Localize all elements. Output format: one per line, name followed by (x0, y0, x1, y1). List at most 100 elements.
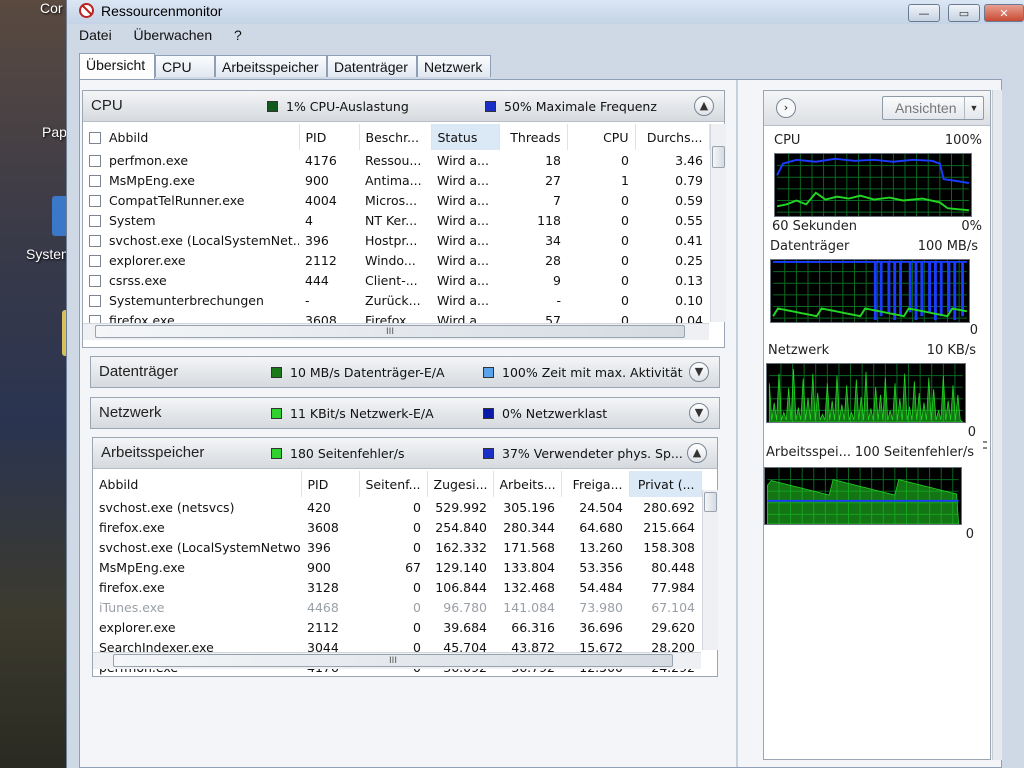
menu-ueberwachen[interactable]: Überwachen (132, 26, 215, 44)
cell-text: Windo... (365, 252, 416, 268)
table-cell: 171.568 (493, 537, 561, 557)
title-bar[interactable]: Ressourcenmonitor — ▭ ✕ (67, 0, 1024, 24)
collapse-chevron-icon[interactable]: ▲ (687, 443, 707, 463)
memory-horizontal-scrollbar[interactable]: III (93, 652, 701, 669)
column-header[interactable]: Freiga... (561, 471, 630, 497)
menu-datei[interactable]: Datei (77, 26, 114, 44)
tab-disk[interactable]: Datenträger (327, 55, 417, 77)
table-row[interactable]: firefox.exe 3128 0 106.844 132.468 54.484 77.9… (93, 577, 701, 597)
table-row[interactable]: iTunes.exe 4468 0 96.780 141.084 73.980 67.104 (93, 597, 701, 617)
table-cell: 18 (499, 150, 567, 170)
column-header[interactable]: Zugesi... (427, 471, 494, 497)
column-header[interactable]: Status (431, 124, 500, 150)
table-row[interactable]: CompatTelRunner.exe 4004 Micros... Wird a..… (83, 190, 709, 210)
table-row[interactable]: svchost.exe (netsvcs) 420 0 529.992 305.196 2… (93, 497, 701, 517)
legend-text: 50% Maximale Frequenz (504, 99, 657, 114)
legend-text: 37% Verwendeter phys. Sp... (502, 446, 683, 461)
views-dropdown[interactable]: Ansichten ▼ (882, 96, 984, 120)
row-checkbox[interactable] (89, 274, 101, 287)
table-cell: 36.696 (561, 617, 629, 637)
column-header[interactable]: Threads (499, 124, 568, 150)
column-header[interactable]: Abbild (93, 471, 302, 497)
table-cell: 0.13 (635, 270, 709, 290)
network-section-header[interactable]: Netzwerk 11 KBit/s Netzwerk-E/A 0% Netzw… (91, 398, 719, 428)
resize-grip-icon[interactable] (983, 441, 987, 449)
graph-pane-scrollbar[interactable] (992, 90, 1002, 760)
cell-text: perfmon.exe (109, 152, 189, 168)
column-header[interactable]: Durchs... (635, 124, 710, 150)
row-checkbox[interactable] (89, 214, 101, 227)
legend-text: 10 MB/s Datenträger-E/A (290, 365, 445, 380)
column-header[interactable]: Seitenf... (359, 471, 428, 497)
table-row[interactable]: Systemunterbrechungen - Zurück... Wird a...… (83, 290, 709, 310)
minimize-button[interactable]: — (908, 4, 940, 22)
maximize-button[interactable]: ▭ (948, 4, 980, 22)
table-row[interactable]: MsMpEng.exe 900 67 129.140 133.804 53.356 80.4… (93, 557, 701, 577)
tab-overview[interactable]: Übersicht (79, 53, 155, 79)
table-row[interactable]: MsMpEng.exe 900 Antima... Wird a... 27 1 0.79 (83, 170, 709, 190)
scroll-thumb[interactable] (712, 146, 725, 168)
column-header-label: Privat (... (637, 476, 695, 492)
cell-text: 900 (307, 559, 331, 575)
row-checkbox[interactable] (89, 254, 101, 267)
tab-network[interactable]: Netzwerk (417, 55, 491, 77)
expand-chevron-icon[interactable]: ▼ (689, 403, 709, 423)
graph-max: 100 MB/s (917, 239, 978, 254)
column-header[interactable]: PID (299, 124, 360, 150)
column-header[interactable]: Beschr... (359, 124, 432, 150)
column-header[interactable]: PID (301, 471, 360, 497)
network-section[interactable]: Netzwerk 11 KBit/s Netzwerk-E/A 0% Netzw… (90, 397, 720, 429)
cpu-usage-legend: 1% CPU-Auslastung (267, 99, 409, 114)
cpu-vertical-scrollbar[interactable] (710, 124, 726, 322)
table-cell: 129.140 (427, 557, 493, 577)
column-header[interactable]: CPU (567, 124, 636, 150)
legend-swatch (483, 448, 494, 459)
cell-text: 0 (621, 232, 629, 248)
row-checkbox[interactable] (89, 174, 101, 187)
column-header-label: Durchs... (646, 129, 703, 145)
table-row[interactable]: csrss.exe 444 Client-... Wird a... 9 0 0.13 (83, 270, 709, 290)
row-checkbox[interactable] (89, 194, 101, 207)
scroll-thumb[interactable]: III (95, 325, 685, 338)
disk-section[interactable]: Datenträger 10 MB/s Datenträger-E/A 100%… (90, 356, 720, 388)
collapse-chevron-icon[interactable]: ▲ (694, 96, 714, 116)
cell-text: Wird a... (437, 292, 489, 308)
disk-activity-bar (947, 261, 951, 313)
row-checkbox[interactable] (89, 154, 101, 167)
disk-section-header[interactable]: Datenträger 10 MB/s Datenträger-E/A 100%… (91, 357, 719, 387)
close-button[interactable]: ✕ (984, 4, 1024, 22)
pane-splitter[interactable] (736, 80, 738, 767)
table-row[interactable]: perfmon.exe 4176 Ressou... Wird a... 18 0 3.46 (83, 150, 709, 170)
table-cell: 280.692 (629, 497, 701, 517)
legend-text: 180 Seitenfehler/s (290, 446, 405, 461)
table-row[interactable]: svchost.exe (LocalSystemNet... 396 Hostpr.… (83, 230, 709, 250)
table-row[interactable]: explorer.exe 2112 Windo... Wird a... 28 0 0.25 (83, 250, 709, 270)
cpu-section-header[interactable]: CPU 1% CPU-Auslastung 50% Maximale Frequ… (83, 91, 724, 122)
table-cell: 396 (301, 537, 359, 557)
graph-min: 0 (969, 323, 978, 338)
table-row[interactable]: explorer.exe 2112 0 39.684 66.316 36.696 29.62… (93, 617, 701, 637)
expand-chevron-icon[interactable]: ▼ (689, 362, 709, 382)
scroll-thumb[interactable] (704, 492, 717, 512)
chevron-right-icon[interactable]: › (776, 98, 796, 118)
cell-text: 0.10 (675, 292, 703, 308)
column-header[interactable]: Arbeits... (493, 471, 562, 497)
scroll-thumb[interactable]: III (113, 654, 673, 667)
menu-help[interactable]: ? (232, 26, 244, 44)
row-checkbox[interactable] (89, 234, 101, 247)
table-row[interactable]: System 4 NT Ker... Wird a... 118 0 0.55 (83, 210, 709, 230)
select-all-checkbox[interactable] (89, 131, 101, 144)
table-row[interactable]: svchost.exe (LocalSystemNetwo... 396 0 162.… (93, 537, 701, 557)
memory-vertical-scrollbar[interactable] (702, 490, 718, 650)
row-checkbox[interactable] (89, 294, 101, 307)
table-row[interactable]: firefox.exe 3608 0 254.840 280.344 64.680 215.… (93, 517, 701, 537)
cpu-horizontal-scrollbar[interactable]: III (83, 323, 709, 340)
legend-text: 100% Zeit mit max. Aktivität (502, 365, 683, 380)
tab-memory[interactable]: Arbeitsspeicher (215, 55, 327, 77)
table-cell: 67 (359, 557, 427, 577)
column-header[interactable]: Privat (... (629, 471, 702, 497)
tab-cpu[interactable]: CPU (155, 55, 215, 77)
column-header[interactable]: Abbild (83, 124, 300, 150)
memory-section-header[interactable]: Arbeitsspeicher 180 Seitenfehler/s 37% V… (93, 438, 717, 469)
cpu-frequency-legend: 50% Maximale Frequenz (485, 99, 657, 114)
